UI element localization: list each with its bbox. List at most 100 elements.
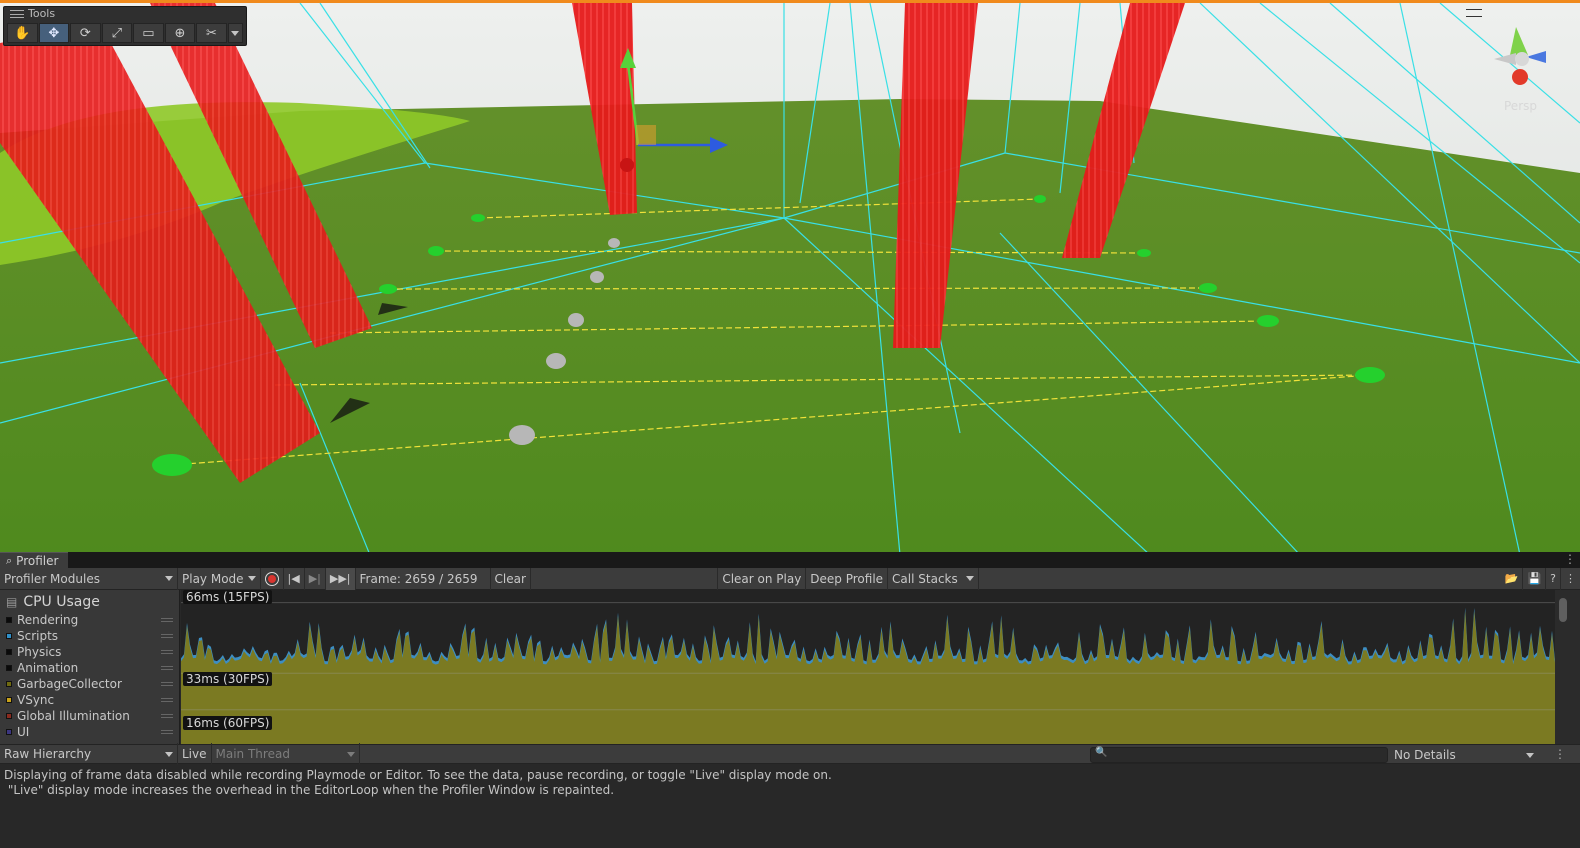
tick-label-33ms: 33ms (30FPS) <box>183 672 273 686</box>
call-stacks-dropdown[interactable]: Call Stacks <box>888 567 979 590</box>
chevron-down-icon <box>965 576 974 581</box>
module-row[interactable]: UI <box>0 724 179 740</box>
help-button[interactable]: ? <box>1546 567 1561 590</box>
module-row[interactable]: Scripts <box>0 628 179 644</box>
drag-handle-icon[interactable] <box>161 698 173 702</box>
profiler-body: ▤ CPU Usage Rendering Scripts Physics Anima… <box>0 590 1580 744</box>
rotate-tool-button[interactable]: ⟳ <box>70 23 101 43</box>
search-icon: 🔍 <box>1095 747 1108 758</box>
tools-overlay[interactable]: Tools ✋ ✥ ⟳ ⤢ ▭ ⊕ ✂ <box>3 6 247 46</box>
tab-profiler[interactable]: ⌕ Profiler <box>0 552 69 568</box>
custom-tool-icon: ✂ <box>206 25 217 41</box>
last-frame-icon: ▶▶| <box>329 572 351 585</box>
drag-handle-icon[interactable] <box>161 634 173 638</box>
module-color-swatch <box>6 681 12 687</box>
help-icon: ? <box>1550 572 1556 585</box>
details-toolbar: Raw Hierarchy Live Main Thread 🔍 No Deta… <box>0 743 1580 765</box>
first-frame-icon: |◀ <box>287 572 300 585</box>
drag-handle-icon[interactable] <box>161 618 173 622</box>
load-button[interactable]: 📂 <box>1501 567 1524 590</box>
clear-on-play-toggle[interactable]: Clear on Play <box>717 567 807 590</box>
chevron-down-icon <box>346 751 355 757</box>
module-label: Animation <box>17 661 79 675</box>
module-color-swatch <box>6 697 12 703</box>
tools-title: Tools <box>28 7 56 20</box>
drag-handle-icon[interactable] <box>161 650 173 654</box>
hierarchy-dropdown[interactable]: Raw Hierarchy <box>0 743 178 765</box>
profiler-icon: ⌕ <box>6 553 13 567</box>
persp-label[interactable]: Persp <box>1504 99 1537 113</box>
drag-handle-icon[interactable] <box>161 730 173 734</box>
save-icon: 💾 <box>1527 572 1542 585</box>
cpu-usage-title[interactable]: ▤ CPU Usage <box>0 590 179 612</box>
tools-dropdown[interactable] <box>227 23 244 43</box>
drag-handle-icon[interactable] <box>161 714 173 718</box>
module-row[interactable]: Animation <box>0 660 179 676</box>
module-label: Scripts <box>17 629 59 643</box>
profiler-modules-dropdown[interactable]: Profiler Modules <box>0 567 178 590</box>
kebab-menu-icon[interactable]: ⋮ <box>1550 747 1570 761</box>
cpu-usage-chart[interactable]: 66ms (15FPS) 33ms (30FPS) 16ms (60FPS) <box>181 590 1555 744</box>
profiler-tab-bar: ⌕ Profiler ⋮ <box>0 552 1580 568</box>
hand-tool-button[interactable]: ✋ <box>7 23 38 43</box>
module-color-swatch <box>6 665 12 671</box>
profiler-window: ⌕ Profiler ⋮ Profiler Modules Play Mode … <box>0 552 1580 848</box>
thread-label: Main Thread <box>215 747 290 761</box>
transform-tool-button[interactable]: ⊕ <box>164 23 196 43</box>
scale-tool-button[interactable]: ⤢ <box>101 23 133 43</box>
scene-menu-icon[interactable] <box>1466 9 1482 17</box>
drag-handle-icon[interactable] <box>161 666 173 670</box>
folder-open-icon: 📂 <box>1504 572 1519 585</box>
module-color-swatch <box>6 633 12 639</box>
last-frame-button[interactable]: ▶▶| <box>325 567 356 590</box>
live-toggle[interactable]: Live <box>178 743 212 765</box>
custom-tool-button[interactable]: ✂ <box>196 23 227 43</box>
axis-gizmo-icon[interactable] <box>1484 17 1576 101</box>
details-dropdown[interactable]: No Details <box>1390 745 1538 765</box>
cpu-chart-svg[interactable] <box>181 590 1555 744</box>
record-button[interactable] <box>261 567 284 590</box>
module-label: VSync <box>17 693 55 707</box>
module-label: UI <box>17 725 30 739</box>
move-tool-button[interactable]: ✥ <box>38 23 70 43</box>
scrollbar-thumb[interactable] <box>1559 598 1567 622</box>
message-line-2: "Live" display mode increases the overhe… <box>4 783 615 797</box>
first-frame-button[interactable]: |◀ <box>284 567 305 590</box>
profiler-toolbar: Profiler Modules Play Mode |◀ ▶| ▶▶| Fra… <box>0 567 1580 590</box>
chevron-down-icon <box>1526 752 1534 758</box>
orientation-gizmo[interactable]: Persp <box>1484 17 1576 117</box>
module-row[interactable]: VSync <box>0 692 179 708</box>
module-row[interactable]: Global Illumination <box>0 708 179 724</box>
module-color-swatch <box>6 617 12 623</box>
thread-dropdown[interactable]: Main Thread <box>212 743 360 765</box>
clear-button[interactable]: Clear <box>491 567 531 590</box>
save-button[interactable]: 💾 <box>1523 567 1547 590</box>
drag-handle-icon[interactable] <box>10 10 24 18</box>
module-row[interactable]: Rendering <box>0 612 179 628</box>
frame-counter: Frame: 2659 / 2659 <box>356 567 491 590</box>
hierarchy-label: Raw Hierarchy <box>4 747 92 761</box>
rect-tool-button[interactable]: ▭ <box>133 23 164 43</box>
chart-scrollbar[interactable] <box>1555 590 1580 744</box>
record-icon <box>264 571 279 586</box>
module-row[interactable]: GarbageCollector <box>0 676 179 692</box>
window-menu-icon[interactable]: ⋮ <box>1560 552 1580 568</box>
next-frame-icon: ▶| <box>308 572 321 585</box>
call-stacks-label: Call Stacks <box>892 571 958 586</box>
module-row[interactable]: Physics <box>0 644 179 660</box>
scene-viewport[interactable] <box>0 3 1580 552</box>
toolbar-menu-button[interactable]: ⋮ <box>1561 568 1580 590</box>
module-label: Global Illumination <box>17 709 130 723</box>
profiler-modules-label: Profiler Modules <box>4 571 100 586</box>
scene-view[interactable]: Tools ✋ ✥ ⟳ ⤢ ▭ ⊕ ✂ Persp <box>0 0 1580 552</box>
message-line-1: Displaying of frame data disabled while … <box>4 768 832 782</box>
target-dropdown[interactable]: Play Mode <box>178 567 261 590</box>
module-label: Rendering <box>17 613 79 627</box>
module-list[interactable]: ▤ CPU Usage Rendering Scripts Physics Anima… <box>0 590 180 744</box>
deep-profile-toggle[interactable]: Deep Profile <box>806 567 889 590</box>
next-frame-button[interactable]: ▶| <box>305 567 326 590</box>
search-input[interactable]: 🔍 <box>1090 747 1388 763</box>
target-label: Play Mode <box>182 571 244 586</box>
drag-handle-icon[interactable] <box>161 682 173 686</box>
cpu-icon: ▤ <box>6 595 18 609</box>
